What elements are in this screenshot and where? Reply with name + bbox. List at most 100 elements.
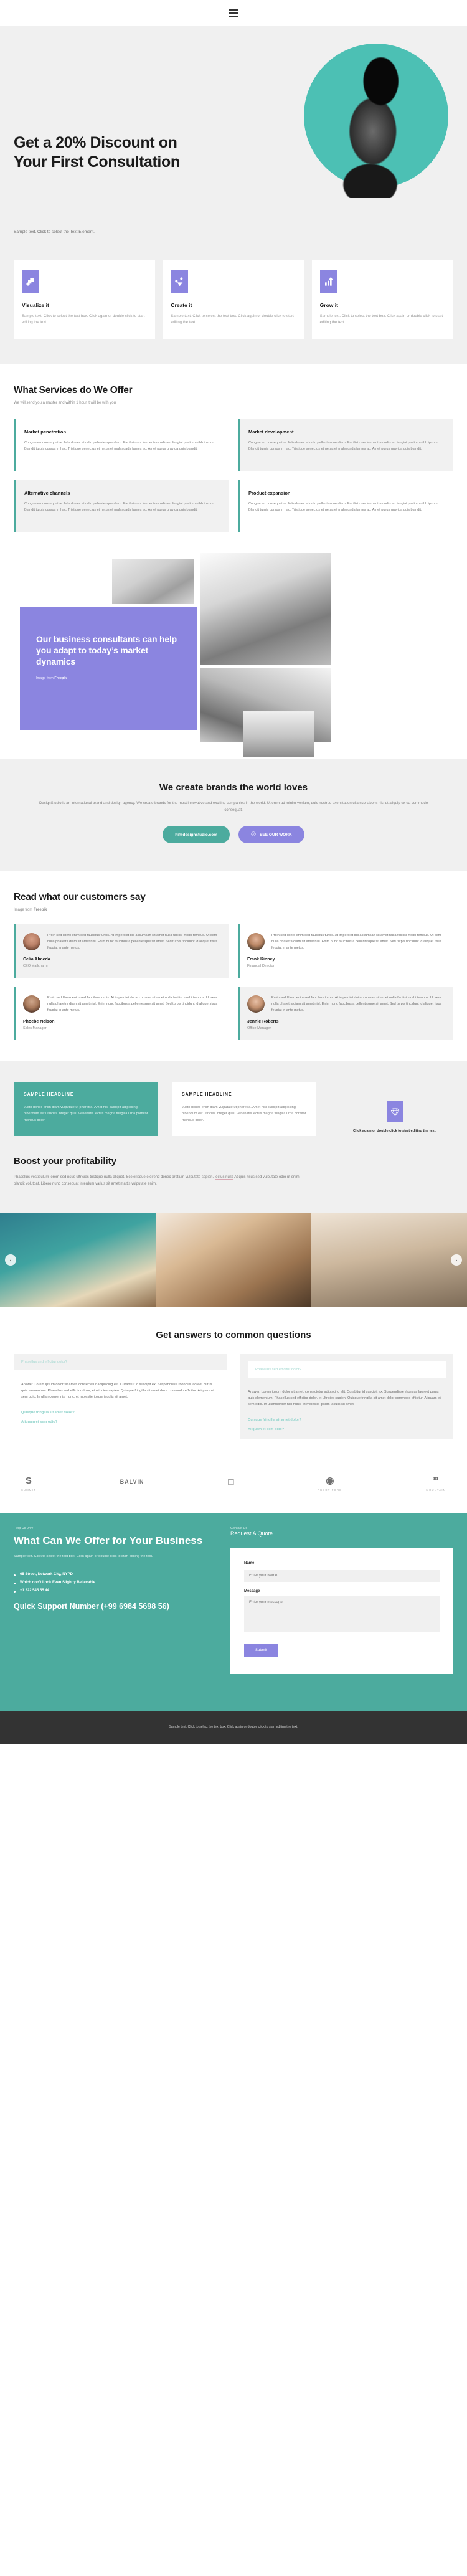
partner-logo: □ (228, 1477, 234, 1490)
footer-left-column: Help Us 24/7 What Can We Offer for Your … (14, 1527, 219, 1674)
testimonial-card[interactable]: Proin sed libero enim sed faucibus turpi… (238, 924, 453, 978)
footer-subtitle: Sample text. Click to select the text bo… (14, 1555, 153, 1559)
feature-card-title: Visualize it (22, 302, 49, 308)
feature-card-text: Sample text. Click to select the text bo… (22, 315, 145, 324)
gem-callout-text: Click again or double click to start edi… (353, 1129, 436, 1134)
partner-logo-mark: ◉ (326, 1475, 334, 1486)
partner-logo-name: MOUNTAIN (426, 1488, 446, 1492)
sample-block-headline: SAMPLE HEADLINE (182, 1092, 232, 1097)
feature-card-title: Grow it (319, 302, 338, 308)
feature-card[interactable]: Create it Sample text. Click to select t… (163, 260, 304, 339)
faq-question-link[interactable]: Aliquam et sem odio? (248, 1428, 446, 1431)
bar-chart-up-icon (319, 270, 337, 293)
feature-card-text: Sample text. Click to select the text bo… (319, 315, 443, 324)
partner-logos-row: S SUMMIT BALVIN □ ◉ ABBOT FORD ⱎ MOUNTAI… (0, 1459, 467, 1513)
footer-contact-list: 65 Street, Network City, NYPD Which don’… (14, 1573, 219, 1593)
desk-photo (112, 559, 194, 604)
carousel-next-icon[interactable]: › (451, 1254, 462, 1266)
faq-column: Phasellus sed efficitur dolor? Answer. L… (240, 1354, 453, 1439)
feature-card[interactable]: Visualize it Sample text. Click to selec… (14, 260, 156, 339)
diamond-icon (387, 1101, 403, 1123)
testimonial-card[interactable]: Proin sed libero enim sed faucibus turpi… (14, 924, 229, 978)
shapes-icon (22, 270, 39, 293)
feature-card[interactable]: Grow it Sample text. Click to select the… (311, 260, 453, 339)
carousel-slide[interactable] (156, 1213, 311, 1308)
carousel-slide[interactable] (311, 1213, 467, 1308)
credit-prefix: Image from (36, 676, 55, 680)
sample-block-white[interactable]: SAMPLE HEADLINE Justo donec enim diam vu… (172, 1082, 316, 1137)
footer-contact-phone[interactable]: +1 222 545 55 44 (14, 1589, 219, 1593)
feature-card-text: Sample text. Click to select the text bo… (171, 315, 294, 324)
faq-question-link[interactable]: Quisque fringilla sit amet dolor? (248, 1418, 446, 1422)
service-item[interactable]: Market development Congue eu consequat a… (238, 418, 453, 471)
hero-section: Get a 20% Discount on Your First Consult… (0, 26, 467, 260)
testimonials-title: Read what our customers say (14, 892, 146, 903)
faq-question-link[interactable]: Aliquam et sem odio? (14, 1420, 227, 1424)
partner-logo: BALVIN (120, 1479, 144, 1488)
testimonial-role: Office Manager (247, 1026, 271, 1031)
see-our-work-button[interactable]: SEE OUR WORK (238, 826, 304, 844)
testimonials-image-credit: Image from Freepik (14, 908, 453, 912)
faq-grid: Phasellus sed efficitur dolor? Answer. L… (14, 1354, 453, 1439)
name-label: Name (244, 1561, 255, 1565)
testimonials-grid: Proin sed libero enim sed faucibus turpi… (14, 924, 453, 1041)
partner-logo-name: ABBOT FORD (318, 1488, 342, 1492)
footer-quick-support: Quick Support Number (+99 6984 5698 56) (14, 1601, 169, 1611)
partner-logo: ⱎ MOUNTAIN (426, 1476, 446, 1492)
faq-question[interactable]: Phasellus sed efficitur dolor? (14, 1354, 227, 1371)
faq-question[interactable]: Phasellus sed efficitur dolor? (248, 1361, 446, 1378)
message-label: Message (244, 1589, 260, 1593)
partner-logo-mark: ⱎ (433, 1475, 439, 1486)
email-button[interactable]: hi@designstudio.com (163, 826, 230, 844)
service-item[interactable]: Product expansion Congue eu consequat ac… (238, 479, 453, 532)
hero-title: Get a 20% Discount on Your First Consult… (14, 134, 180, 171)
avatar (247, 933, 265, 951)
faq-answer: Answer. Lorem ipsum dolor sit amet, cons… (21, 1383, 214, 1399)
carousel-slide[interactable] (0, 1213, 156, 1308)
testimonial-role: CEO Mailcharm (23, 964, 48, 968)
avatar (23, 995, 40, 1013)
avatar (247, 995, 265, 1013)
testimonial-role: Sales Manager (23, 1026, 47, 1031)
feature-card-title: Create it (171, 302, 192, 308)
testimonial-card[interactable]: Proin sed libero enim sed faucibus turpi… (238, 987, 453, 1041)
carousel-prev-icon[interactable]: ‹ (5, 1254, 16, 1266)
check-circle-icon (251, 831, 256, 838)
testimonial-role: Financial Director (247, 964, 275, 968)
credit-source[interactable]: Freepik (34, 908, 47, 912)
name-input[interactable] (244, 1569, 440, 1582)
top-navigation-bar (0, 0, 467, 26)
service-title: Product expansion (248, 490, 291, 496)
boost-text-highlight[interactable]: lectus nulla (214, 1175, 234, 1180)
image-carousel: ‹ › (0, 1213, 467, 1308)
boost-title: Boost your profitability (14, 1156, 116, 1167)
service-item[interactable]: Market penetration Congue eu consequat a… (14, 418, 229, 471)
testimonial-quote: Proin sed libero enim sed faucibus turpi… (47, 934, 218, 950)
testimonials-section: Read what our customers say Image from F… (0, 871, 467, 1062)
sample-block-text: Justo donec enim diam vulputate ut phare… (24, 1106, 148, 1122)
consultants-headline: Our business consultants can help you ad… (36, 633, 177, 666)
sample-block-teal[interactable]: SAMPLE HEADLINE Justo donec enim diam vu… (14, 1082, 158, 1137)
testimonial-card[interactable]: Proin sed libero enim sed faucibus turpi… (14, 987, 229, 1041)
message-input[interactable] (244, 1596, 440, 1632)
services-subtitle: We will send you a master and within 1 h… (14, 400, 116, 405)
testimonial-quote: Proin sed libero enim sed faucibus turpi… (47, 996, 218, 1012)
office-photo (200, 552, 331, 665)
testimonial-name: Frank Kinney (247, 957, 275, 962)
request-quote-form: Name Message Submit (230, 1547, 453, 1674)
faq-question-link[interactable]: Quisque fringilla sit amet dolor? (14, 1411, 227, 1414)
credit-source[interactable]: Freepik (54, 676, 67, 680)
service-text: Congue eu consequat ac felis donec et od… (248, 440, 439, 451)
partner-logo: ◉ ABBOT FORD (318, 1476, 342, 1492)
see-our-work-label: SEE OUR WORK (260, 832, 292, 837)
copyright-text: Sample text. Click to select the text bo… (169, 1725, 298, 1729)
footer-title: What Can We Offer for Your Business (14, 1534, 203, 1546)
sample-headline-section: SAMPLE HEADLINE Justo donec enim diam vu… (0, 1061, 467, 1155)
gem-callout: Click again or double click to start edi… (351, 1101, 438, 1135)
submit-button[interactable]: Submit (244, 1643, 278, 1657)
hamburger-menu-icon[interactable] (229, 9, 238, 17)
partner-logo-mark: S (25, 1475, 32, 1486)
service-item[interactable]: Alternative channels Congue eu consequat… (14, 479, 229, 532)
partner-logo: S SUMMIT (21, 1476, 36, 1492)
laptop-photo (243, 711, 314, 757)
